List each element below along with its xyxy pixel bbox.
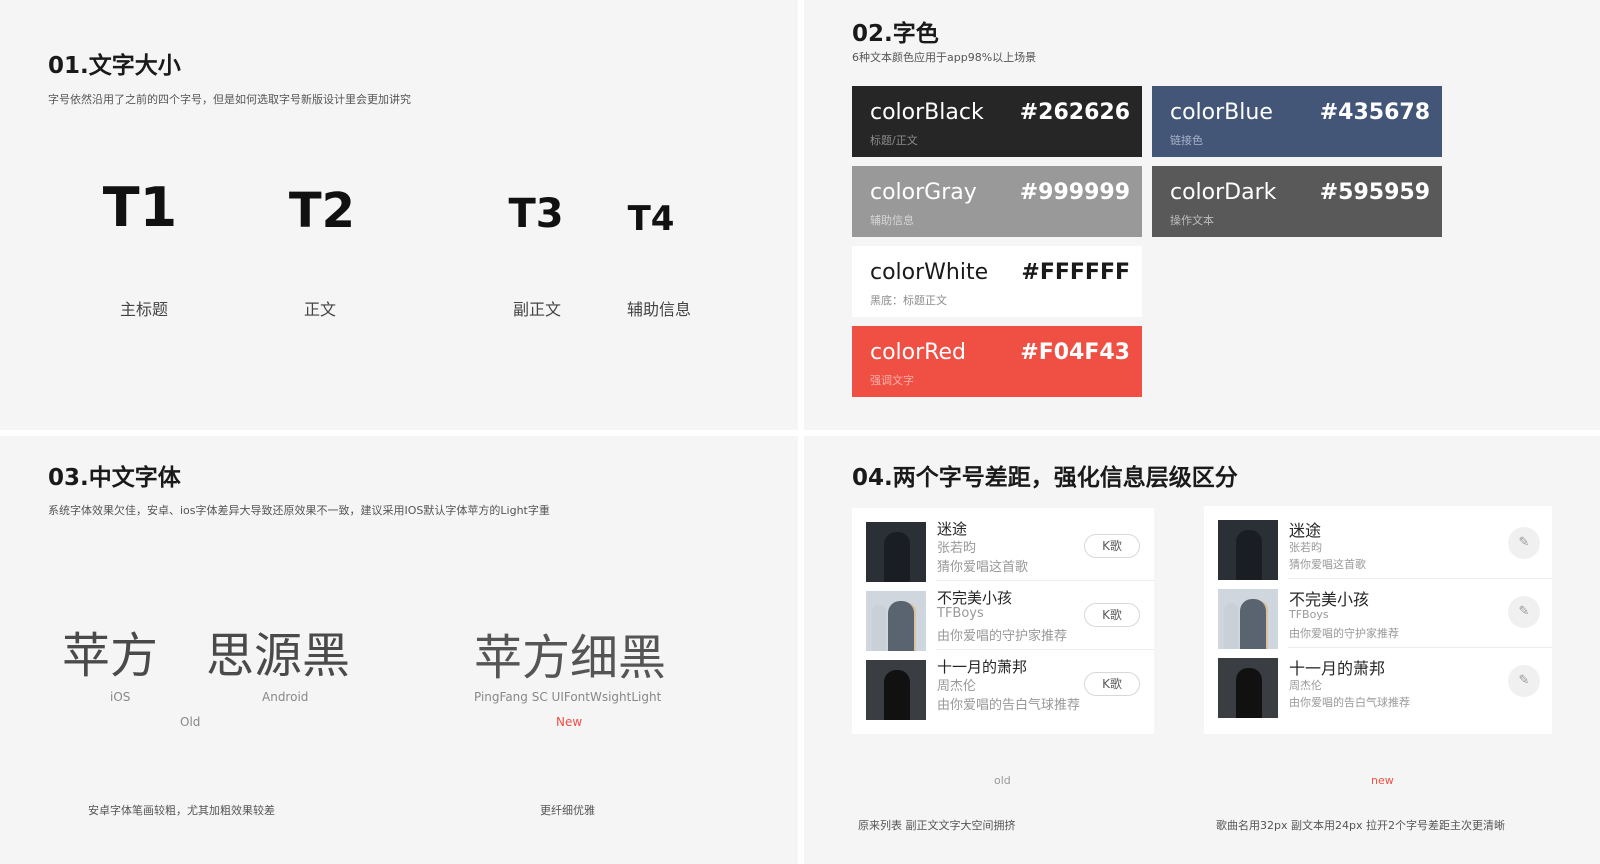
song-artist: 张若昀 — [1289, 541, 1322, 554]
section-title: 04.两个字号差距，强化信息层级区分 — [852, 465, 1238, 491]
new-label: new — [1371, 774, 1394, 787]
font-sample-pingfang: 苹方 — [62, 628, 159, 684]
section-title: 01.文字大小 — [48, 53, 181, 79]
album-cover — [866, 660, 926, 720]
font-sample-pingfang-light: 苹方细黑 — [474, 630, 667, 686]
old-label: Old — [180, 715, 201, 729]
karaoke-button[interactable]: K歌 — [1084, 534, 1140, 558]
color-desc: 辅助信息 — [870, 214, 914, 227]
color-name: colorBlack — [870, 100, 984, 125]
song-artist: 周杰伦 — [937, 679, 977, 694]
list-item[interactable]: 十一月的萧邦 周杰伦 由你爱唱的告白气球推荐 K歌 — [852, 650, 1154, 720]
size-label-t1: 主标题 — [119, 300, 168, 319]
song-title: 迷途 — [937, 520, 968, 538]
section-title: 03.中文字体 — [48, 465, 181, 491]
album-cover — [866, 522, 926, 582]
size-label-t3: 副正文 — [512, 300, 561, 319]
song-title: 迷途 — [1289, 521, 1322, 540]
color-swatch-black: colorBlack #262626 标题/正文 — [852, 86, 1142, 157]
section-subtitle: 系统字体效果欠佳，安卓、ios字体差异大导致还原效果不一致，建议采用IOS默认字… — [48, 504, 550, 517]
microphone-icon[interactable]: ✎ — [1508, 665, 1540, 697]
list-item[interactable]: 不完美小孩 TFBoys 由你爱唱的守护家推荐 ✎ — [1204, 579, 1552, 649]
size-code-t2: T2 — [288, 183, 356, 239]
list-item[interactable]: 迷途 张若昀 猜你爱唱这首歌 ✎ — [1204, 510, 1552, 580]
new-caption: 歌曲名用32px 副文本用24px 拉开2个字号差距主次更清晰 — [1216, 819, 1505, 832]
color-swatch-gray: colorGray #999999 辅助信息 — [852, 166, 1142, 237]
karaoke-button[interactable]: K歌 — [1084, 603, 1140, 627]
microphone-icon[interactable]: ✎ — [1508, 596, 1540, 628]
album-cover — [1218, 520, 1278, 580]
size-label-t2: 正文 — [303, 300, 336, 319]
color-name: colorWhite — [870, 260, 989, 285]
size-code-t4: T4 — [627, 199, 675, 239]
section-chinese-fonts: 03.中文字体 系统字体效果欠佳，安卓、ios字体差异大导致还原效果不一致，建议… — [0, 436, 798, 864]
size-code-t1: T1 — [102, 176, 178, 239]
color-hex: #999999 — [1019, 180, 1130, 205]
color-hex: #435678 — [1319, 100, 1430, 125]
song-artist: TFBoys — [1289, 608, 1329, 621]
song-title: 十一月的萧邦 — [937, 658, 1028, 676]
section-subtitle: 6种文本颜色应用于app98%以上场景 — [852, 51, 1037, 64]
old-song-list: 迷途 张若昀 猜你爱唱这首歌 K歌 不完美小孩 TFBoys 由你爱唱的守护家推… — [852, 508, 1154, 734]
font-label-ios: iOS — [110, 690, 131, 704]
song-title: 不完美小孩 — [937, 589, 1013, 607]
new-song-list: 迷途 张若昀 猜你爱唱这首歌 ✎ 不完美小孩 TFBoys 由你爱唱的守护家推荐… — [1204, 506, 1552, 734]
old-caption: 原来列表 副正文文字大空间拥挤 — [858, 819, 1016, 832]
song-reason: 猜你爱唱这首歌 — [937, 560, 1029, 575]
album-cover — [1218, 658, 1278, 718]
color-hex: #262626 — [1019, 100, 1130, 125]
song-reason: 由你爱唱的告白气球推荐 — [1289, 696, 1410, 709]
song-artist: TFBoys — [937, 606, 984, 621]
color-hex: #F04F43 — [1020, 340, 1130, 365]
list-item[interactable]: 十一月的萧邦 周杰伦 由你爱唱的告白气球推荐 ✎ — [1204, 648, 1552, 718]
size-code-t3: T3 — [508, 191, 564, 237]
new-note: 更纤细优雅 — [540, 804, 595, 817]
color-desc: 标题/正文 — [870, 134, 918, 147]
color-desc: 强调文字 — [870, 374, 914, 387]
color-swatch-white: colorWhite #FFFFFF 黑底：标题正文 — [852, 246, 1142, 317]
old-label: old — [994, 774, 1011, 787]
section-font-size: 01.文字大小 字号依然沿用了之前的四个字号，但是如何选取字号新版设计里会更加讲… — [0, 0, 798, 430]
color-swatch-red: colorRed #F04F43 强调文字 — [852, 326, 1142, 397]
font-label-android: Android — [262, 690, 309, 704]
album-cover — [1218, 589, 1278, 649]
old-note: 安卓字体笔画较粗，尤其加粗效果较差 — [88, 804, 275, 817]
list-item[interactable]: 迷途 张若昀 猜你爱唱这首歌 K歌 — [852, 512, 1154, 582]
song-reason: 由你爱唱的告白气球推荐 — [937, 698, 1081, 713]
song-artist: 张若昀 — [937, 541, 977, 556]
font-sample-siyuan: 思源黑 — [206, 628, 351, 684]
section-subtitle: 字号依然沿用了之前的四个字号，但是如何选取字号新版设计里会更加讲究 — [48, 93, 411, 106]
font-label-pingfang-light: PingFang SC UIFontWsightLight — [474, 690, 662, 704]
color-desc: 链接色 — [1170, 134, 1203, 147]
microphone-icon[interactable]: ✎ — [1508, 527, 1540, 559]
song-reason: 由你爱唱的守护家推荐 — [937, 629, 1068, 644]
song-reason: 猜你爱唱这首歌 — [1289, 558, 1366, 571]
color-hex: #595959 — [1319, 180, 1430, 205]
color-name: colorDark — [1170, 180, 1277, 205]
color-name: colorRed — [870, 340, 966, 365]
list-item[interactable]: 不完美小孩 TFBoys 由你爱唱的守护家推荐 K歌 — [852, 581, 1154, 651]
color-name: colorBlue — [1170, 100, 1273, 125]
section-text-colors: 02.字色 6种文本颜色应用于app98%以上场景 colorBlack #26… — [804, 0, 1600, 430]
color-name: colorGray — [870, 180, 977, 205]
new-label: New — [556, 715, 583, 729]
album-cover — [866, 591, 926, 651]
section-title: 02.字色 — [852, 21, 939, 47]
song-artist: 周杰伦 — [1289, 679, 1322, 692]
song-reason: 由你爱唱的守护家推荐 — [1289, 627, 1399, 640]
size-label-t4: 辅助信息 — [626, 300, 691, 319]
color-desc: 黑底：标题正文 — [870, 294, 947, 307]
section-type-hierarchy: 04.两个字号差距，强化信息层级区分 迷途 张若昀 猜你爱唱这首歌 K歌 不完美… — [804, 436, 1600, 864]
color-swatch-dark: colorDark #595959 操作文本 — [1152, 166, 1442, 237]
song-title: 不完美小孩 — [1289, 590, 1370, 609]
color-desc: 操作文本 — [1170, 214, 1214, 227]
karaoke-button[interactable]: K歌 — [1084, 672, 1140, 696]
color-swatch-blue: colorBlue #435678 链接色 — [1152, 86, 1442, 157]
color-hex: #FFFFFF — [1021, 260, 1130, 285]
song-title: 十一月的萧邦 — [1289, 659, 1386, 678]
